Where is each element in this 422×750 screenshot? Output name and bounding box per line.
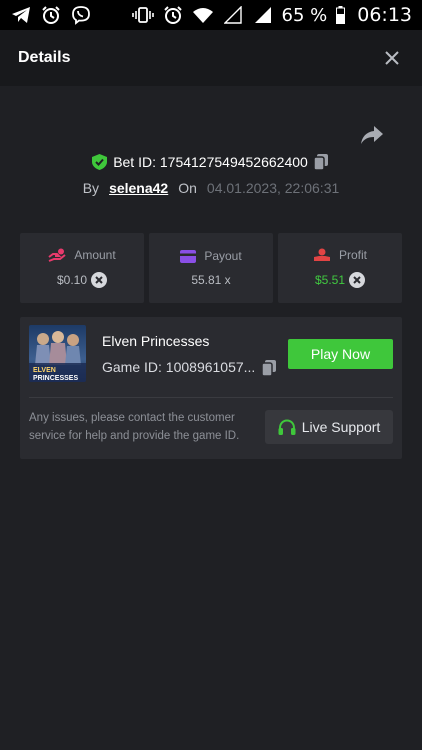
viber-icon: [70, 4, 92, 26]
support-hint: Any issues, please contact the customer …: [29, 412, 240, 442]
bet-stats: Amount $0.10 Payout 55.81 x Profit $5.51: [20, 233, 402, 303]
copy-icon: [313, 154, 328, 170]
page-title: Details: [18, 49, 71, 66]
signal-icon: [252, 4, 274, 26]
stat-value: $0.10: [56, 273, 88, 287]
battery-percent: 65 %: [281, 4, 328, 26]
stat-payout: Payout 55.81 x: [149, 233, 273, 303]
stat-label: Payout: [204, 249, 242, 263]
headset-icon: [278, 418, 296, 436]
payout-card-icon: [180, 249, 197, 263]
status-bar: 65 % 06:13: [0, 0, 422, 30]
alarm-icon: [40, 4, 62, 26]
share-icon: [361, 126, 383, 144]
stat-value: 55.81 x: [191, 273, 231, 287]
copy-game-id-button[interactable]: [262, 360, 278, 376]
live-support-button[interactable]: Live Support: [265, 410, 393, 444]
stat-value: $5.51: [314, 273, 346, 287]
thumb-title-line1: ELVEN: [33, 367, 56, 374]
play-now-button[interactable]: Play Now: [288, 339, 393, 369]
game-id: Game ID: 1008961057...: [102, 359, 256, 375]
status-left-icons: [10, 4, 92, 26]
vibrate-icon: [131, 4, 154, 26]
bet-date: 04.01.2023, 22:06:31: [206, 180, 340, 196]
on-label: On: [178, 180, 197, 196]
details-header: Details: [0, 30, 422, 86]
stat-label: Amount: [74, 248, 116, 262]
by-label: By: [82, 180, 100, 196]
shield-check-icon: [92, 154, 108, 170]
telegram-icon: [10, 4, 32, 26]
divider: [29, 397, 393, 398]
game-thumbnail[interactable]: ELVEN PRINCESSES: [29, 325, 86, 382]
battery-icon: [335, 4, 345, 26]
stat-amount: Amount $0.10: [20, 233, 144, 303]
alarm-icon: [162, 4, 184, 26]
share-button[interactable]: [360, 124, 384, 146]
copy-icon: [262, 360, 276, 376]
username-link[interactable]: selena42: [109, 180, 168, 196]
signal-empty-icon: [222, 4, 244, 26]
status-right-icons: 65 % 06:13: [131, 4, 412, 26]
bet-id-row: Bet ID: 1754127549452662400: [0, 154, 422, 170]
game-name: Elven Princesses: [102, 333, 210, 349]
copy-bet-id-button[interactable]: [313, 154, 330, 170]
thumb-title-line2: PRINCESSES: [33, 375, 78, 382]
wifi-icon: [192, 4, 214, 26]
close-icon: [385, 51, 399, 65]
currency-coin-icon: [349, 272, 366, 288]
close-button[interactable]: [380, 46, 404, 70]
clock: 06:13: [357, 4, 412, 26]
stat-profit: Profit $5.51: [278, 233, 402, 303]
stat-label: Profit: [338, 248, 367, 262]
game-card: ELVEN PRINCESSES Elven Princesses Game I…: [20, 317, 402, 459]
bet-id: Bet ID: 1754127549452662400: [113, 154, 308, 170]
currency-coin-icon: [91, 272, 108, 288]
live-support-label: Live Support: [301, 419, 381, 435]
bet-meta-row: By selena42 On 04.01.2023, 22:06:31: [0, 180, 422, 196]
amount-icon: [48, 248, 66, 262]
profit-icon: [313, 248, 331, 262]
